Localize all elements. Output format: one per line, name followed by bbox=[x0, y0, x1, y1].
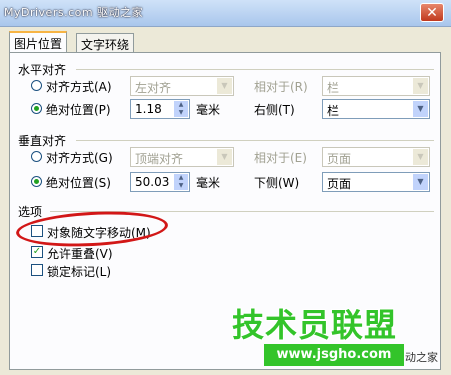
chevron-down-icon[interactable]: ▼ bbox=[174, 109, 188, 117]
chevron-down-icon: ▼ bbox=[413, 174, 428, 190]
title-bar: MyDrivers.com 驱动之家 ✕ bbox=[0, 0, 451, 27]
vertical-unit: 毫米 bbox=[196, 176, 221, 190]
vertical-below-label: 下侧(W) bbox=[254, 176, 300, 190]
chevron-down-icon: ▼ bbox=[413, 101, 428, 117]
vertical-align-select: 顶端对齐 ▼ bbox=[130, 147, 234, 167]
vertical-relative-select: 页面 ▼ bbox=[322, 147, 430, 167]
horizontal-align-value: 左对齐 bbox=[135, 81, 172, 95]
vertical-absolute-label: 绝对位置(S) bbox=[46, 176, 111, 190]
vertical-absolute-radio[interactable] bbox=[31, 176, 42, 187]
watermark-url: www.jsgho.com bbox=[264, 344, 404, 366]
vertical-align-radio[interactable] bbox=[31, 151, 42, 162]
vertical-divider bbox=[76, 140, 434, 141]
vertical-align-value: 顶端对齐 bbox=[135, 152, 184, 166]
horizontal-unit: 毫米 bbox=[196, 103, 221, 117]
allow-overlap-checkbox[interactable]: ✓ bbox=[31, 246, 43, 258]
horizontal-relative-label: 相对于(R) bbox=[254, 80, 308, 94]
lock-anchor-checkbox[interactable] bbox=[31, 264, 43, 276]
chevron-down-icon: ▼ bbox=[413, 78, 428, 94]
vertical-heading: 垂直对齐 bbox=[18, 134, 67, 148]
horizontal-absolute-radio[interactable] bbox=[31, 103, 42, 114]
watermark-tail: 动之家 bbox=[405, 351, 438, 364]
allow-overlap-label: 允许重叠(V) bbox=[47, 247, 113, 261]
window-title: MyDrivers.com 驱动之家 bbox=[4, 6, 144, 19]
vertical-below-select[interactable]: 页面 ▼ bbox=[322, 172, 430, 192]
horizontal-absolute-spinner[interactable]: 1.18 ▲ ▼ bbox=[130, 99, 190, 119]
close-icon: ✕ bbox=[426, 5, 438, 21]
close-button[interactable]: ✕ bbox=[420, 3, 444, 22]
chevron-up-icon[interactable]: ▲ bbox=[174, 101, 188, 109]
vertical-relative-value: 页面 bbox=[327, 152, 352, 166]
horizontal-relative-select: 栏 ▼ bbox=[322, 76, 430, 96]
tab-text-wrapping[interactable]: 文字环绕 bbox=[76, 33, 135, 53]
tab-picture-position[interactable]: 图片位置 bbox=[9, 31, 68, 53]
horizontal-align-select: 左对齐 ▼ bbox=[130, 76, 234, 96]
spinner-buttons[interactable]: ▲ ▼ bbox=[174, 174, 188, 190]
watermark-logo: 技术员联盟 bbox=[232, 306, 398, 344]
horizontal-absolute-value: 1.18 bbox=[135, 102, 162, 116]
horizontal-right-label: 右侧(T) bbox=[254, 103, 295, 117]
vertical-absolute-spinner[interactable]: 50.03 ▲ ▼ bbox=[130, 172, 190, 192]
horizontal-heading: 水平对齐 bbox=[18, 63, 67, 77]
vertical-absolute-value: 50.03 bbox=[135, 175, 170, 189]
lock-anchor-label: 锁定标记(L) bbox=[47, 265, 112, 279]
spinner-buttons[interactable]: ▲ ▼ bbox=[174, 101, 188, 117]
vertical-below-value: 页面 bbox=[327, 177, 352, 191]
vertical-relative-label: 相对于(E) bbox=[254, 151, 307, 165]
chevron-down-icon: ▼ bbox=[413, 149, 428, 165]
horizontal-relative-value: 栏 bbox=[327, 81, 340, 95]
chevron-down-icon: ▼ bbox=[217, 149, 232, 165]
horizontal-divider bbox=[76, 69, 434, 70]
horizontal-align-label: 对齐方式(A) bbox=[46, 80, 112, 94]
horizontal-right-value: 栏 bbox=[327, 104, 340, 118]
chevron-down-icon: ▼ bbox=[217, 78, 232, 94]
horizontal-absolute-label: 绝对位置(P) bbox=[46, 103, 111, 117]
horizontal-right-select[interactable]: 栏 ▼ bbox=[322, 99, 430, 119]
vertical-align-label: 对齐方式(G) bbox=[46, 151, 113, 165]
horizontal-align-radio[interactable] bbox=[31, 80, 42, 91]
chevron-down-icon[interactable]: ▼ bbox=[174, 182, 188, 190]
chevron-up-icon[interactable]: ▲ bbox=[174, 174, 188, 182]
options-heading: 选项 bbox=[18, 205, 43, 219]
